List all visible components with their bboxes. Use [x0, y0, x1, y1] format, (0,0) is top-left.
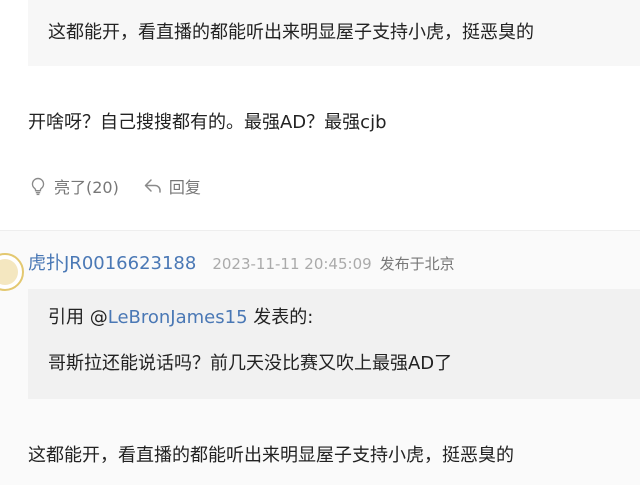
username-link[interactable]: 虎扑JR0016623188: [28, 249, 196, 275]
thread-page: 这都能开，看直播的都能听出来明显屋子支持小虎，挺恶臭的 开啥呀？自己搜搜都有的。…: [0, 0, 640, 485]
quote-block: 引用 @LeBronJames15 发表的: 哥斯拉还能说话吗？前几天没比赛又吹…: [28, 289, 640, 399]
reply-button[interactable]: 回复: [143, 174, 201, 198]
reply-label: 回复: [168, 178, 201, 197]
quote-header: 引用 @LeBronJames15 发表的:: [48, 303, 313, 329]
lightbulb-icon: [28, 176, 48, 196]
avatar[interactable]: [0, 253, 24, 291]
quoted-post-text: 这都能开，看直播的都能听出来明显屋子支持小虎，挺恶臭的: [48, 22, 534, 43]
post-timestamp: 2023-11-11 20:45:09: [212, 255, 372, 273]
like-button[interactable]: 亮了(20): [28, 174, 119, 198]
mention-link[interactable]: LeBronJames15: [108, 307, 248, 328]
post-meta: 虎扑JR0016623188 2023-11-11 20:45:09 发布于北京: [28, 249, 455, 275]
quoted-post-block: 这都能开，看直播的都能听出来明显屋子支持小虎，挺恶臭的: [28, 0, 640, 66]
reply-arrow-icon: [143, 176, 163, 196]
reply-post: 虎扑JR0016623188 2023-11-11 20:45:09 发布于北京…: [0, 230, 640, 485]
post-content: 这都能开，看直播的都能听出来明显屋子支持小虎，挺恶臭的: [28, 445, 514, 466]
post-location: 发布于北京: [379, 255, 455, 273]
like-label: 亮了(20): [54, 178, 119, 197]
quote-prefix: 引用 @: [48, 307, 108, 328]
quote-text: 哥斯拉还能说话吗？前几天没比赛又吹上最强AD了: [48, 353, 453, 374]
quote-suffix: 发表的:: [247, 307, 314, 328]
reply-content: 开啥呀？自己搜搜都有的。最强AD？最强cjb: [28, 112, 387, 133]
post-actions: 亮了(20) 回复: [28, 172, 201, 200]
